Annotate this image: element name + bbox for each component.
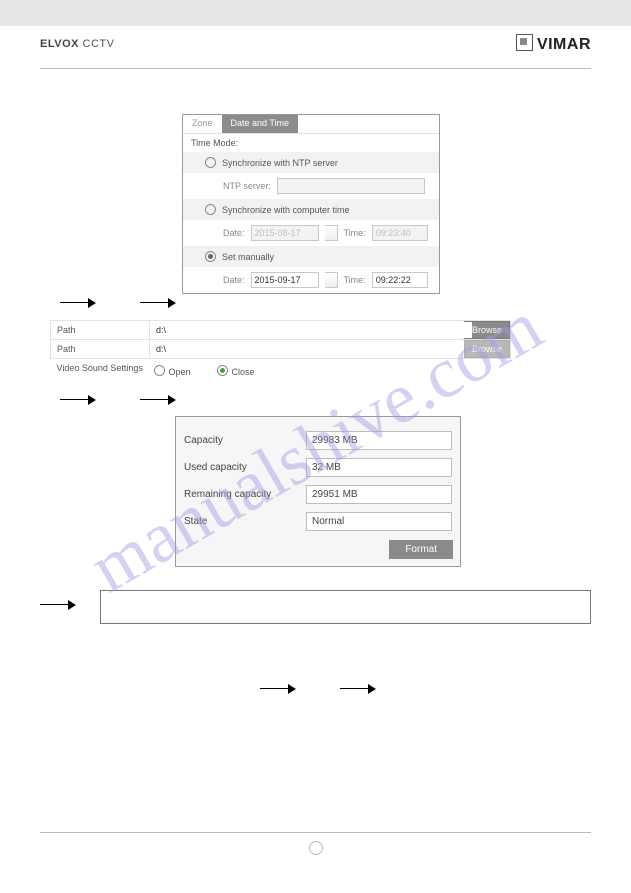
remaining-capacity-label: Remaining capacity [183, 484, 305, 505]
calendar-icon [325, 225, 338, 241]
calendar-icon[interactable] [325, 272, 338, 288]
section-storage-arrows [50, 395, 180, 405]
callout-box [100, 590, 591, 624]
brand-left: ELVOX CCTV [40, 38, 114, 50]
remaining-capacity-value: 29951 MB [306, 485, 452, 504]
format-button[interactable]: Format [389, 540, 453, 559]
opt-close[interactable]: Close [217, 365, 255, 377]
used-capacity-value: 32 MB [306, 458, 452, 477]
path-label: Path [51, 321, 150, 340]
vimar-logo-icon [516, 34, 533, 51]
section-callout [40, 590, 591, 624]
capacity-label: Capacity [183, 430, 305, 451]
radio-icon [205, 204, 216, 215]
radio-icon [154, 365, 165, 376]
man-time-label: Time: [344, 275, 366, 285]
pc-time-input: 09:23:40 [372, 225, 428, 241]
tab-date-and-time[interactable]: Date and Time [222, 115, 299, 133]
arrow-icon [40, 600, 80, 610]
window-titlebar [0, 0, 631, 26]
state-value: Normal [306, 512, 452, 531]
ntp-server-input[interactable] [277, 178, 425, 194]
state-label: State [183, 511, 305, 532]
arrow-icon [260, 684, 300, 694]
radio-icon [205, 157, 216, 168]
footer-rule [40, 832, 591, 855]
path-label: Path [51, 340, 150, 359]
arrow-icon [340, 684, 380, 694]
radio-icon [217, 365, 228, 376]
radio-icon [205, 251, 216, 262]
man-time-input[interactable]: 09:22:22 [372, 272, 428, 288]
opt-computer-time[interactable]: Synchronize with computer time [183, 199, 439, 220]
opt-manual[interactable]: Set manually [183, 246, 439, 267]
tab-zone[interactable]: Zone [183, 115, 222, 133]
section-local-config: Path d:\ Browse Path d:\ Browse Video So… [50, 298, 511, 377]
brand-right: VIMAR [516, 34, 591, 54]
section-bottom-arrows [260, 684, 380, 694]
path-input-1[interactable]: d:\ [150, 322, 472, 338]
arrow-icon [140, 395, 180, 405]
page-number-icon [309, 841, 323, 855]
browse-button[interactable]: Browse [464, 340, 510, 358]
pc-date-input: 2015-08-17 [251, 225, 319, 241]
man-date-input[interactable]: 2015-09-17 [251, 272, 319, 288]
arrow-icon [60, 298, 100, 308]
video-sound-label: Video Sound Settings [51, 359, 150, 378]
time-mode-label: Time Mode: [183, 134, 439, 152]
storage-panel: Capacity29983 MB Used capacity32 MB Rema… [175, 416, 461, 567]
header-rule [40, 68, 591, 69]
capacity-value: 29983 MB [306, 431, 452, 450]
opt-open[interactable]: Open [154, 365, 191, 377]
pc-time-label: Time: [344, 228, 366, 238]
ntp-server-label: NTP server: [223, 181, 271, 191]
opt-ntp[interactable]: Synchronize with NTP server [183, 152, 439, 173]
arrow-icon [140, 298, 180, 308]
pc-date-label: Date: [223, 228, 245, 238]
man-date-label: Date: [223, 275, 245, 285]
arrow-icon [60, 395, 100, 405]
path-input-2[interactable]: d:\ [150, 341, 472, 357]
datetime-panel: Zone Date and Time Time Mode: Synchroniz… [182, 114, 440, 294]
header: ELVOX CCTV VIMAR [40, 38, 591, 60]
used-capacity-label: Used capacity [183, 457, 305, 478]
